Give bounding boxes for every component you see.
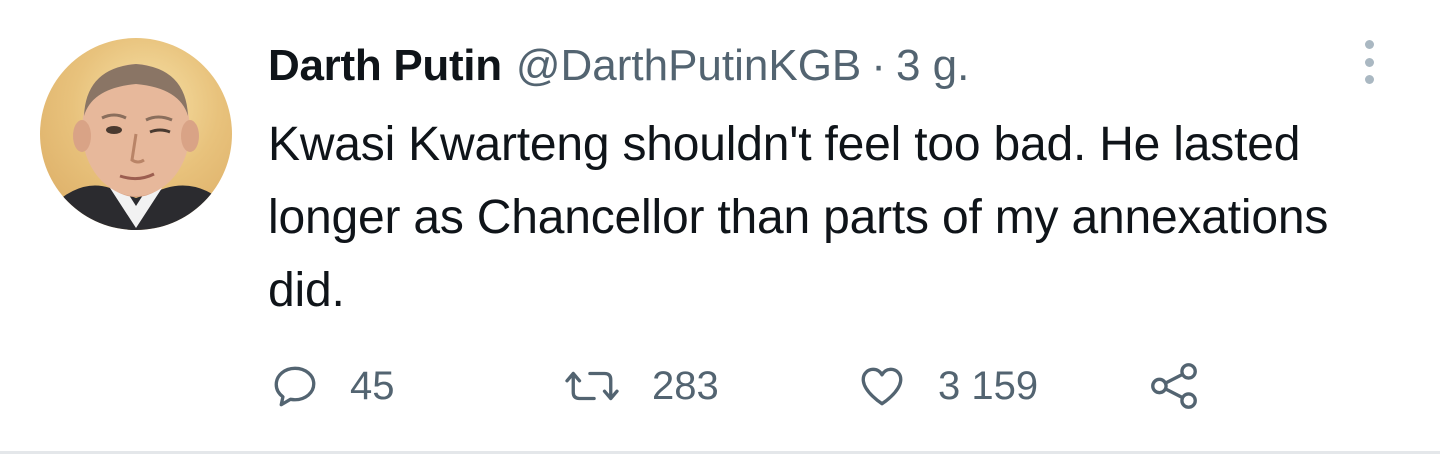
tweet-card[interactable]: Darth Putin @DarthPutinKGB · 3 g. Kwasi … bbox=[0, 0, 1440, 454]
more-dot bbox=[1364, 75, 1374, 84]
reply-count: 45 bbox=[350, 363, 395, 408]
tweet-header: Darth Putin @DarthPutinKGB · 3 g. bbox=[268, 38, 969, 94]
more-dot bbox=[1364, 57, 1374, 67]
tweet-text: Kwasi Kwarteng shouldn't feel too bad. H… bbox=[268, 118, 1329, 317]
more-dot bbox=[1364, 40, 1374, 49]
share-icon bbox=[1151, 363, 1197, 409]
avatar[interactable] bbox=[40, 38, 232, 230]
display-name[interactable]: Darth Putin bbox=[268, 38, 502, 94]
retweet-button[interactable]: 283 bbox=[562, 356, 719, 416]
tweet-actions: 45 283 3 159 bbox=[270, 356, 1230, 416]
tweet-timestamp[interactable]: 3 g. bbox=[896, 38, 969, 94]
reply-icon bbox=[274, 366, 316, 407]
user-handle[interactable]: @DarthPutinKGB bbox=[516, 38, 861, 94]
retweet-count: 283 bbox=[652, 363, 719, 408]
avatar-portrait bbox=[50, 64, 230, 230]
more-options-icon[interactable] bbox=[1352, 38, 1386, 86]
separator-dot: · bbox=[871, 41, 886, 90]
like-button[interactable]: 3 159 bbox=[856, 356, 1038, 416]
retweet-icon bbox=[565, 371, 619, 401]
heart-icon bbox=[861, 367, 903, 406]
share-button[interactable] bbox=[1146, 356, 1202, 416]
reply-button[interactable]: 45 bbox=[270, 356, 395, 416]
like-count: 3 159 bbox=[938, 363, 1039, 408]
